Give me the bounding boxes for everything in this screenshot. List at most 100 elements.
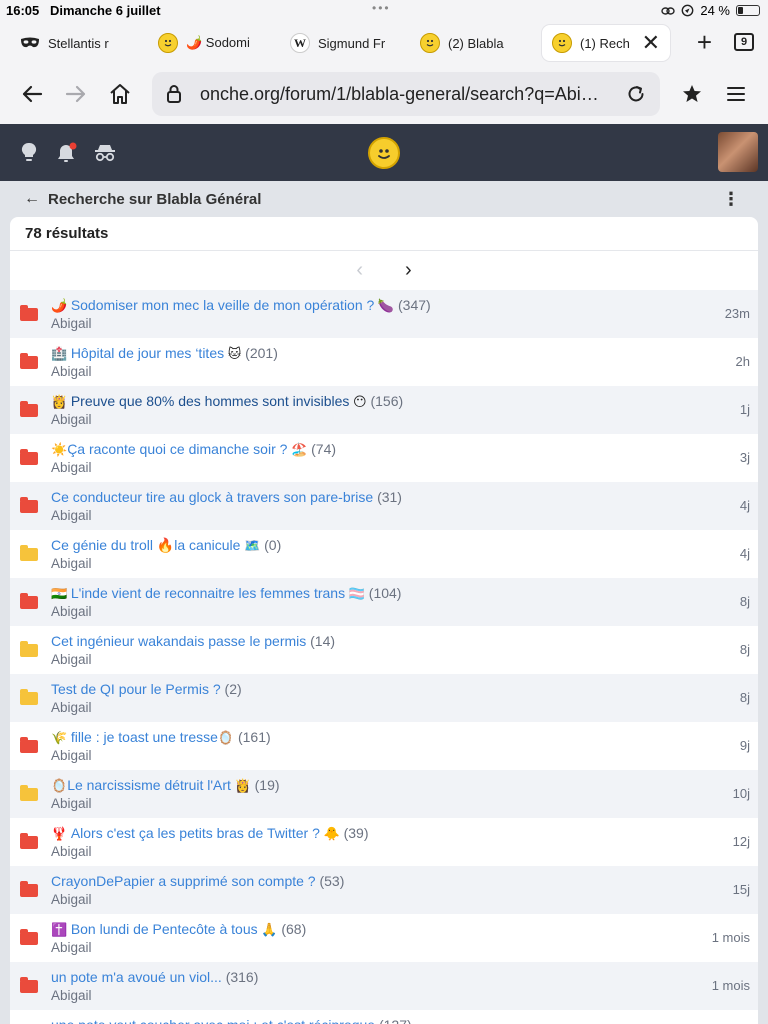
topic-title-link[interactable]: Sodomiser mon mec la veille de mon opéra… <box>71 297 375 313</box>
browser-tab[interactable]: Stellantis r <box>10 25 142 61</box>
folder-icon <box>20 689 38 705</box>
topic-author[interactable]: Abigail <box>51 507 668 525</box>
topic-title-link[interactable]: une pote veut coucher avec moi : et c'es… <box>51 1017 375 1024</box>
topic-author[interactable]: Abigail <box>51 795 668 813</box>
topic-row[interactable]: un pote m'a avoué un viol... (316) Abigai… <box>10 962 758 1010</box>
topic-text: un pote m'a avoué un viol... (316) Abigai… <box>51 968 668 1005</box>
browser-tab[interactable]: (2) Blabla <box>410 25 538 61</box>
topic-row[interactable]: Test de QI pour le Permis ? (2) Abigail 8j <box>10 674 758 722</box>
topic-author[interactable]: Abigail <box>51 987 668 1005</box>
topic-emoji-prefix: 🌾 <box>51 730 71 745</box>
topic-title-link[interactable]: fille : je toast une tresse <box>71 729 218 745</box>
topic-age: 3j <box>739 450 750 465</box>
home-icon[interactable] <box>104 78 136 110</box>
topic-title-line: 🌶️ Sodomiser mon mec la veille de mon op… <box>51 296 668 315</box>
topic-title-line: une pote veut coucher avec moi : et c'es… <box>51 1016 668 1024</box>
browser-tab[interactable]: 🌶️ Sodomi <box>148 25 276 61</box>
back-arrow-icon[interactable]: ← <box>24 190 40 208</box>
topic-emoji-suffix: 🙏 <box>257 922 278 937</box>
topic-row[interactable]: Cet ingénieur wakandais passe le permis … <box>10 626 758 674</box>
topic-author[interactable]: Abigail <box>51 411 668 429</box>
address-bar[interactable]: onche.org/forum/1/blabla-general/search?… <box>152 72 660 116</box>
new-tab-icon[interactable]: + <box>697 29 712 55</box>
tab-bar: Stellantis r 🌶️ Sodomi W Sigmund Fr (2) … <box>0 22 768 64</box>
next-page-chevron-icon[interactable]: › <box>405 259 412 282</box>
topic-row[interactable]: 🦞 Alors c'est ça les petits bras de Twit… <box>10 818 758 866</box>
topic-author[interactable]: Abigail <box>51 699 668 717</box>
more-options-icon[interactable]: ⋮ <box>722 190 740 208</box>
topic-row[interactable]: 🪞Le narcissisme détruit l'Art 👸 (19) Abig… <box>10 770 758 818</box>
lightbulb-icon[interactable] <box>16 140 42 166</box>
browser-tab-active[interactable]: (1) Recherc ✕ <box>542 25 670 61</box>
topic-title-link[interactable]: Ce génie du troll 🔥la canicule <box>51 537 240 553</box>
topic-title-link[interactable]: Ça raconte quoi ce dimanche soir ? <box>67 441 287 457</box>
reply-count: (0) <box>264 537 282 553</box>
previous-page-chevron-icon[interactable]: ‹ <box>356 259 363 282</box>
topic-author[interactable]: Abigail <box>51 843 668 861</box>
bookmark-star-icon[interactable] <box>676 78 708 110</box>
topic-row[interactable]: 👸 Preuve que 80% des hommes sont invisib… <box>10 386 758 434</box>
topic-row[interactable]: ✝️ Bon lundi de Pentecôte à tous 🙏 (68) A… <box>10 914 758 962</box>
topic-author[interactable]: Abigail <box>51 939 668 957</box>
topic-age: 4j <box>739 498 750 513</box>
topic-title-link[interactable]: CrayonDePapier a supprimé son compte ? <box>51 873 316 889</box>
topic-row[interactable]: 🌾 fille : je toast une tresse🪞 (161) Abig… <box>10 722 758 770</box>
topic-title-link[interactable]: un pote m'a avoué un viol... <box>51 969 222 985</box>
browser-tab[interactable]: W Sigmund Fr <box>280 25 408 61</box>
topic-author[interactable]: Abigail <box>51 315 668 333</box>
topic-author[interactable]: Abigail <box>51 651 668 669</box>
incognito-icon[interactable] <box>92 140 118 166</box>
topic-emoji-suffix: 👸 <box>230 778 251 793</box>
topic-title-line: 🦞 Alors c'est ça les petits bras de Twit… <box>51 824 668 843</box>
status-time: 16:05 <box>6 3 40 18</box>
reload-icon[interactable] <box>626 84 646 104</box>
topic-title-link[interactable]: Alors c'est ça les petits bras de Twitte… <box>71 825 320 841</box>
topic-row[interactable]: Ce génie du troll 🔥la canicule 🗺️ (0) Abi… <box>10 530 758 578</box>
back-arrow-icon[interactable] <box>16 78 48 110</box>
topic-row[interactable]: 🇮🇳 L'inde vient de reconnaitre les femme… <box>10 578 758 626</box>
topic-author[interactable]: Abigail <box>51 747 668 765</box>
reply-count: (31) <box>377 489 402 505</box>
onche-logo-icon[interactable] <box>368 137 400 169</box>
multitasking-dots-icon[interactable]: ••• <box>372 1 391 15</box>
topic-row[interactable]: 🌶️ Sodomiser mon mec la veille de mon op… <box>10 290 758 338</box>
folder-icon <box>20 305 38 321</box>
topic-title-link[interactable]: Cet ingénieur wakandais passe le permis <box>51 633 306 649</box>
link-icon <box>661 6 676 15</box>
search-header: ← Recherche sur Blabla Général ⋮ <box>10 182 758 216</box>
topic-author[interactable]: Abigail <box>51 363 668 381</box>
topic-emoji-suffix: 🏳️‍⚧️ <box>345 586 365 601</box>
tab-count-button[interactable]: 9 <box>734 33 754 51</box>
topic-title-link[interactable]: Ce conducteur tire au glock à travers so… <box>51 489 373 505</box>
topic-row[interactable]: une pote veut coucher avec moi : et c'es… <box>10 1010 758 1024</box>
topic-author[interactable]: Abigail <box>51 459 668 477</box>
topic-row[interactable]: Ce conducteur tire au glock à travers so… <box>10 482 758 530</box>
topic-emoji-prefix: 🪞 <box>51 778 68 793</box>
topic-title-link[interactable]: Test de QI pour le Permis ? <box>51 681 221 697</box>
topic-title-link[interactable]: Bon lundi de Pentecôte à tous <box>71 921 258 937</box>
topic-age: 10j <box>732 786 750 801</box>
topic-author[interactable]: Abigail <box>51 555 668 573</box>
forward-arrow-icon[interactable] <box>60 78 92 110</box>
folder-icon <box>20 785 38 801</box>
menu-hamburger-icon[interactable] <box>720 78 752 110</box>
topic-row[interactable]: 🏥 Hôpital de jour mes ‘tites 🐱 (201) Abig… <box>10 338 758 386</box>
notification-bell-icon[interactable] <box>54 140 80 166</box>
user-avatar[interactable] <box>718 132 758 172</box>
folder-icon <box>20 353 38 369</box>
topic-age: 15j <box>732 882 750 897</box>
close-tab-icon[interactable]: ✕ <box>642 30 660 56</box>
topic-author[interactable]: Abigail <box>51 891 668 909</box>
url-text: onche.org/forum/1/blabla-general/search?… <box>200 83 608 104</box>
topic-author[interactable]: Abigail <box>51 603 668 621</box>
onche-smiley-icon <box>420 33 440 53</box>
topic-title-link[interactable]: Hôpital de jour mes ‘tites <box>71 345 224 361</box>
topic-title-link[interactable]: Le narcissisme détruit l'Art <box>67 777 231 793</box>
topic-title-link[interactable]: Preuve que 80% des hommes sont invisible… <box>71 393 350 409</box>
topic-title-link[interactable]: L'inde vient de reconnaitre les femmes t… <box>71 585 345 601</box>
topic-row[interactable]: ☀️Ça raconte quoi ce dimanche soir ? 🏖️ … <box>10 434 758 482</box>
topic-emoji-prefix: 🇮🇳 <box>51 586 71 601</box>
topic-text: Cet ingénieur wakandais passe le permis … <box>51 632 668 669</box>
topic-title-line: 🪞Le narcissisme détruit l'Art 👸 (19) <box>51 776 668 795</box>
topic-row[interactable]: CrayonDePapier a supprimé son compte ? (… <box>10 866 758 914</box>
